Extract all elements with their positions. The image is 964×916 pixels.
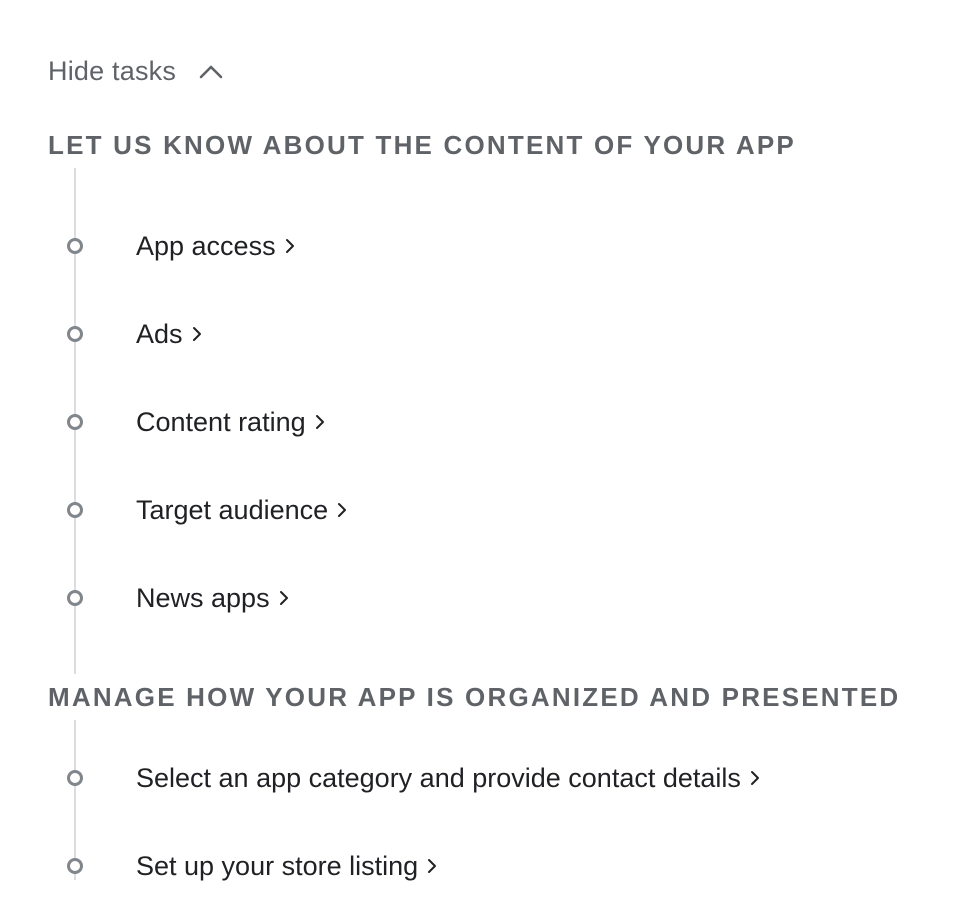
chevron-right-icon bbox=[279, 591, 288, 605]
task-label: News apps bbox=[136, 578, 290, 618]
chevron-up-icon bbox=[199, 65, 223, 79]
hide-tasks-toggle[interactable]: Hide tasks bbox=[48, 52, 224, 90]
chevron-right-icon bbox=[338, 503, 347, 517]
task-label: Set up your store listing bbox=[136, 846, 438, 886]
chevron-right-icon bbox=[285, 239, 294, 253]
task-label: Target audience bbox=[136, 490, 348, 530]
status-dot bbox=[67, 326, 83, 342]
section-title: LET US KNOW ABOUT THE CONTENT OF YOUR AP… bbox=[48, 130, 796, 160]
section-content-of-app: LET US KNOW ABOUT THE CONTENT OF YOUR AP… bbox=[48, 126, 948, 674]
status-dot bbox=[67, 770, 83, 786]
section-title: MANAGE HOW YOUR APP IS ORGANIZED AND PRE… bbox=[48, 682, 901, 712]
chevron-right-icon bbox=[192, 327, 201, 341]
task-label: App access bbox=[136, 226, 296, 266]
task-list: App access Ads Content rating Target aud… bbox=[48, 164, 948, 674]
task-list: Select an app category and provide conta… bbox=[48, 716, 948, 916]
task-label: Select an app category and provide conta… bbox=[136, 758, 761, 798]
timeline-line bbox=[74, 720, 76, 880]
hide-tasks-label: Hide tasks bbox=[48, 55, 177, 86]
task-label: Content rating bbox=[136, 402, 326, 442]
status-dot bbox=[67, 414, 83, 430]
status-dot bbox=[67, 238, 83, 254]
status-dot bbox=[67, 590, 83, 606]
chevron-right-icon bbox=[750, 771, 759, 785]
task-label: Ads bbox=[136, 314, 203, 354]
chevron-right-icon bbox=[428, 859, 437, 873]
chevron-right-icon bbox=[315, 415, 324, 429]
status-dot bbox=[67, 858, 83, 874]
section-organized-presented: MANAGE HOW YOUR APP IS ORGANIZED AND PRE… bbox=[48, 678, 948, 916]
status-dot bbox=[67, 502, 83, 518]
